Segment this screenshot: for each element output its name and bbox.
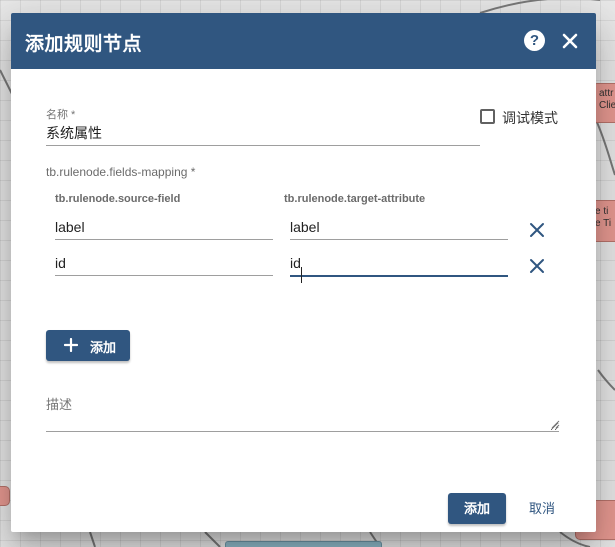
target-attribute-underline-focused — [290, 275, 508, 277]
dialog-title: 添加规则节点 — [25, 34, 143, 55]
background-rule-node — [0, 486, 10, 506]
add-mapping-label: 添加 — [90, 340, 117, 355]
background-node-text: attr — [599, 88, 614, 99]
remove-mapping-icon[interactable] — [528, 257, 546, 275]
source-field-underline — [55, 239, 273, 240]
target-attribute-input[interactable] — [290, 254, 504, 272]
source-field-underline — [55, 275, 273, 276]
text-cursor — [301, 267, 302, 283]
name-field-label: 名称 * — [46, 109, 76, 121]
debug-mode-label: 调试模式 — [502, 110, 558, 126]
name-input-underline — [46, 145, 480, 146]
remove-mapping-icon[interactable] — [528, 221, 546, 239]
close-icon[interactable] — [558, 29, 582, 53]
fields-mapping-label: tb.rulenode.fields-mapping * — [46, 165, 196, 179]
source-field-input[interactable] — [55, 254, 269, 272]
cancel-button[interactable]: 取消 — [522, 493, 562, 524]
dialog-header: 添加规则节点 ? — [11, 13, 596, 69]
target-attribute-underline — [290, 239, 508, 240]
source-field-header: tb.rulenode.source-field — [55, 193, 181, 205]
resize-handle-icon[interactable] — [550, 419, 560, 429]
name-input[interactable] — [46, 124, 476, 142]
background-node-text: e ti — [595, 206, 609, 217]
submit-add-button[interactable]: 添加 — [448, 493, 506, 524]
source-field-input[interactable] — [55, 218, 269, 236]
plus-icon — [64, 338, 78, 352]
target-attribute-input[interactable] — [290, 218, 504, 236]
add-mapping-button[interactable]: 添加 — [46, 330, 130, 361]
background-node-text: Clie — [599, 100, 615, 111]
background-rule-node — [225, 541, 382, 547]
description-textarea[interactable] — [46, 411, 559, 431]
debug-mode-checkbox[interactable] — [480, 109, 495, 124]
background-node-text: e Ti — [595, 218, 612, 229]
target-attribute-header: tb.rulenode.target-attribute — [284, 193, 426, 205]
add-rule-node-dialog: 添加规则节点 ? 名称 * 调试模式 tb.rulenode.fields-ma… — [11, 13, 596, 532]
help-icon[interactable]: ? — [524, 30, 545, 51]
description-underline — [46, 431, 559, 432]
